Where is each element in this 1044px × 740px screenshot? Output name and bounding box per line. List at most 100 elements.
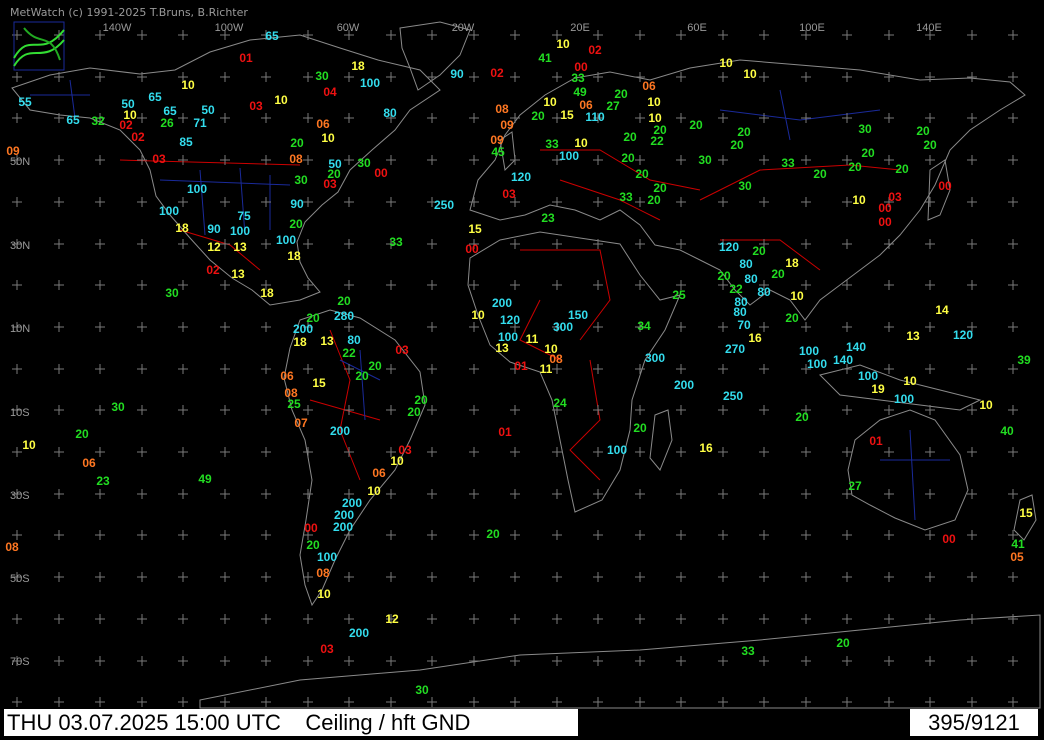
ceiling-value[interactable]: 06 [82,456,96,470]
ceiling-value[interactable]: 22 [342,346,356,360]
ceiling-value[interactable]: 200 [333,520,353,534]
ceiling-value[interactable]: 20 [923,138,937,152]
ceiling-value[interactable]: 10 [556,37,570,51]
ceiling-value[interactable]: 13 [231,267,245,281]
ceiling-value[interactable]: 300 [553,320,573,334]
ceiling-value[interactable]: 13 [495,341,509,355]
ceiling-value[interactable]: 30 [698,153,712,167]
ceiling-value[interactable]: 09 [6,144,20,158]
ceiling-value[interactable]: 200 [293,322,313,336]
ceiling-value[interactable]: 85 [179,135,193,149]
ceiling-value[interactable]: 10 [321,131,335,145]
ceiling-value[interactable]: 30 [415,683,429,697]
ceiling-value[interactable]: 300 [645,351,665,365]
ceiling-value[interactable]: 20 [75,427,89,441]
ceiling-value[interactable]: 33 [781,156,795,170]
ceiling-value[interactable]: 100 [360,76,380,90]
ceiling-value[interactable]: 120 [953,328,973,342]
ceiling-value[interactable]: 18 [293,335,307,349]
ceiling-value[interactable]: 70 [737,318,751,332]
ceiling-value[interactable]: 24 [553,396,567,410]
ceiling-value[interactable]: 00 [942,532,956,546]
ceiling-value[interactable]: 15 [312,376,326,390]
ceiling-value[interactable]: 65 [66,113,80,127]
ceiling-value[interactable]: 20 [647,193,661,207]
ceiling-value[interactable]: 140 [833,353,853,367]
ceiling-value[interactable]: 25 [287,397,301,411]
ceiling-value[interactable]: 20 [771,267,785,281]
ceiling-value[interactable]: 13 [906,329,920,343]
ceiling-value[interactable]: 02 [206,263,220,277]
ceiling-value[interactable]: 200 [349,626,369,640]
ceiling-value[interactable]: 01 [869,434,883,448]
ceiling-value[interactable]: 55 [18,95,32,109]
ceiling-value[interactable]: 20 [861,146,875,160]
ceiling-value[interactable]: 20 [531,109,545,123]
ceiling-value[interactable]: 100 [894,392,914,406]
ceiling-value[interactable]: 41 [538,51,552,65]
ceiling-value[interactable]: 270 [725,342,745,356]
ceiling-value[interactable]: 10 [22,438,36,452]
ceiling-value[interactable]: 26 [160,116,174,130]
ceiling-value[interactable]: 07 [294,416,308,430]
ceiling-value[interactable]: 20 [355,369,369,383]
ceiling-value[interactable]: 40 [1000,424,1014,438]
ceiling-value[interactable]: 100 [317,550,337,564]
ceiling-value[interactable]: 10 [274,93,288,107]
ceiling-value[interactable]: 75 [237,209,251,223]
ceiling-value[interactable]: 20 [795,410,809,424]
ceiling-value[interactable]: 100 [187,182,207,196]
ceiling-value[interactable]: 08 [316,566,330,580]
ceiling-value[interactable]: 08 [495,102,509,116]
ceiling-value[interactable]: 02 [588,43,602,57]
ceiling-value[interactable]: 33 [389,235,403,249]
ceiling-value[interactable]: 13 [233,240,247,254]
ceiling-value[interactable]: 20 [635,167,649,181]
ceiling-value[interactable]: 30 [294,173,308,187]
ceiling-value[interactable]: 20 [623,130,637,144]
ceiling-value[interactable]: 01 [239,51,253,65]
ceiling-value[interactable]: 120 [500,313,520,327]
ceiling-value[interactable]: 00 [878,215,892,229]
ceiling-value[interactable]: 20 [752,244,766,258]
ceiling-value[interactable]: 45 [491,145,505,159]
ceiling-value[interactable]: 11 [540,362,553,376]
ceiling-value[interactable]: 10 [574,136,588,150]
ceiling-value[interactable]: 20 [836,636,850,650]
ceiling-value[interactable]: 06 [372,466,386,480]
ceiling-value[interactable]: 08 [289,152,303,166]
ceiling-value[interactable]: 34 [637,319,651,333]
ceiling-value[interactable]: 15 [1019,506,1033,520]
ceiling-value[interactable]: 03 [152,152,166,166]
ceiling-value[interactable]: 15 [560,108,574,122]
ceiling-value[interactable]: 100 [607,443,627,457]
ceiling-value[interactable]: 10 [979,398,993,412]
world-map[interactable]: 140W 100W 60W 20W 20E 60E 100E 140E50N30N10N10S… [0,0,1044,740]
ceiling-value[interactable]: 03 [502,187,516,201]
ceiling-value[interactable]: 18 [260,286,274,300]
ceiling-value[interactable]: 30 [357,156,371,170]
ceiling-value[interactable]: 16 [748,331,762,345]
ceiling-value[interactable]: 10 [181,78,195,92]
ceiling-value[interactable]: 100 [230,224,250,238]
ceiling-value[interactable]: 18 [287,249,301,263]
ceiling-value[interactable]: 23 [541,211,555,225]
ceiling-value[interactable]: 03 [320,642,334,656]
ceiling-value[interactable]: 10 [647,95,661,109]
ceiling-value[interactable]: 00 [878,201,892,215]
ceiling-value[interactable]: 09 [500,118,514,132]
ceiling-value[interactable]: 80 [733,305,747,319]
ceiling-value[interactable]: 200 [492,296,512,310]
ceiling-value[interactable]: 20 [785,311,799,325]
ceiling-value[interactable]: 06 [280,369,294,383]
ceiling-value[interactable]: 280 [334,309,354,323]
ceiling-value[interactable]: 80 [744,272,758,286]
ceiling-value[interactable]: 140 [846,340,866,354]
ceiling-value[interactable]: 20 [717,269,731,283]
ceiling-value[interactable]: 50 [201,103,215,117]
ceiling-value[interactable]: 250 [434,198,454,212]
ceiling-value[interactable]: 20 [407,405,421,419]
ceiling-value[interactable]: 120 [511,170,531,184]
ceiling-value[interactable]: 00 [938,179,952,193]
ceiling-value[interactable]: 120 [719,240,739,254]
